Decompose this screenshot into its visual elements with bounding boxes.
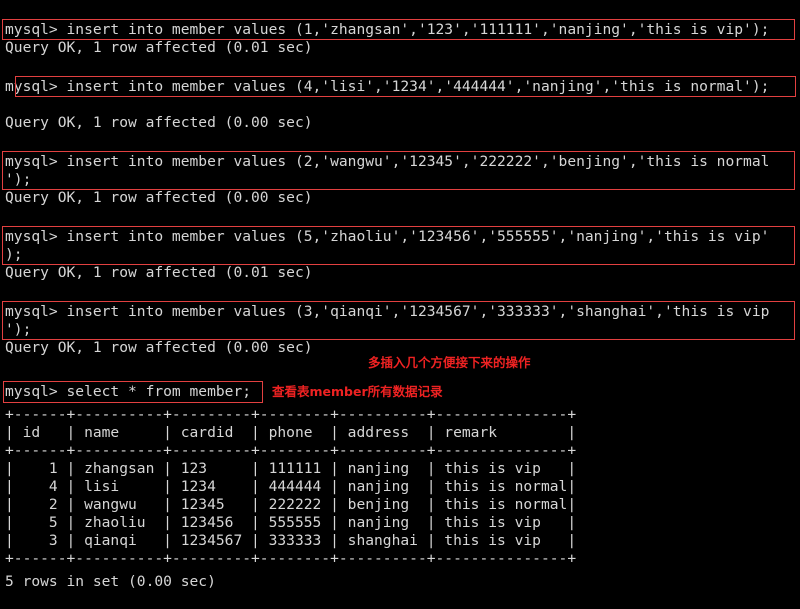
terminal-line: 5 rows in set (0.00 sec) xyxy=(5,573,216,590)
terminal-line: mysql> insert into member values (2,'wan… xyxy=(5,153,770,170)
terminal-line: mysql> insert into member values (3,'qia… xyxy=(5,303,770,320)
terminal-line: mysql> insert into member values (1,'zha… xyxy=(5,21,770,38)
terminal-line: Query OK, 1 row affected (0.00 sec) xyxy=(5,114,313,131)
terminal-line: Query OK, 1 row affected (0.00 sec) xyxy=(5,339,313,356)
terminal-line: Query OK, 1 row affected (0.01 sec) xyxy=(5,264,313,281)
terminal-line: | 3 | qianqi | 1234567 | 333333 | shangh… xyxy=(5,532,577,549)
terminal-line: | 1 | zhangsan | 123 | 111111 | nanjing … xyxy=(5,460,577,477)
terminal-line: +------+----------+---------+--------+--… xyxy=(5,442,577,459)
terminal-line: | 5 | zhaoliu | 123456 | 555555 | nanjin… xyxy=(5,514,577,531)
annotation-text: 多插入几个方便接下来的操作 xyxy=(368,355,531,370)
terminal-line: ); xyxy=(5,246,23,263)
terminal-line: | 2 | wangwu | 12345 | 222222 | benjing … xyxy=(5,496,577,513)
terminal-line: mysql> insert into member values (5,'zha… xyxy=(5,228,770,245)
terminal-line: +------+----------+---------+--------+--… xyxy=(5,550,577,567)
terminal-line: | id | name | cardid | phone | address |… xyxy=(5,424,577,441)
terminal-line: '); xyxy=(5,321,32,338)
terminal-line: +------+----------+---------+--------+--… xyxy=(5,406,577,423)
terminal-line: Query OK, 1 row affected (0.01 sec) xyxy=(5,39,313,56)
terminal-line: | 4 | lisi | 1234 | 444444 | nanjing | t… xyxy=(5,478,577,495)
annotation-text: 查看表member所有数据记录 xyxy=(272,384,443,399)
terminal-line: mysql> select * from member; xyxy=(5,383,252,400)
terminal-line: Query OK, 1 row affected (0.00 sec) xyxy=(5,189,313,206)
terminal-line: '); xyxy=(5,171,32,188)
terminal-window[interactable]: mysql> insert into member values (1,'zha… xyxy=(0,0,800,609)
terminal-line: mysql> insert into member values (4,'lis… xyxy=(5,78,770,95)
